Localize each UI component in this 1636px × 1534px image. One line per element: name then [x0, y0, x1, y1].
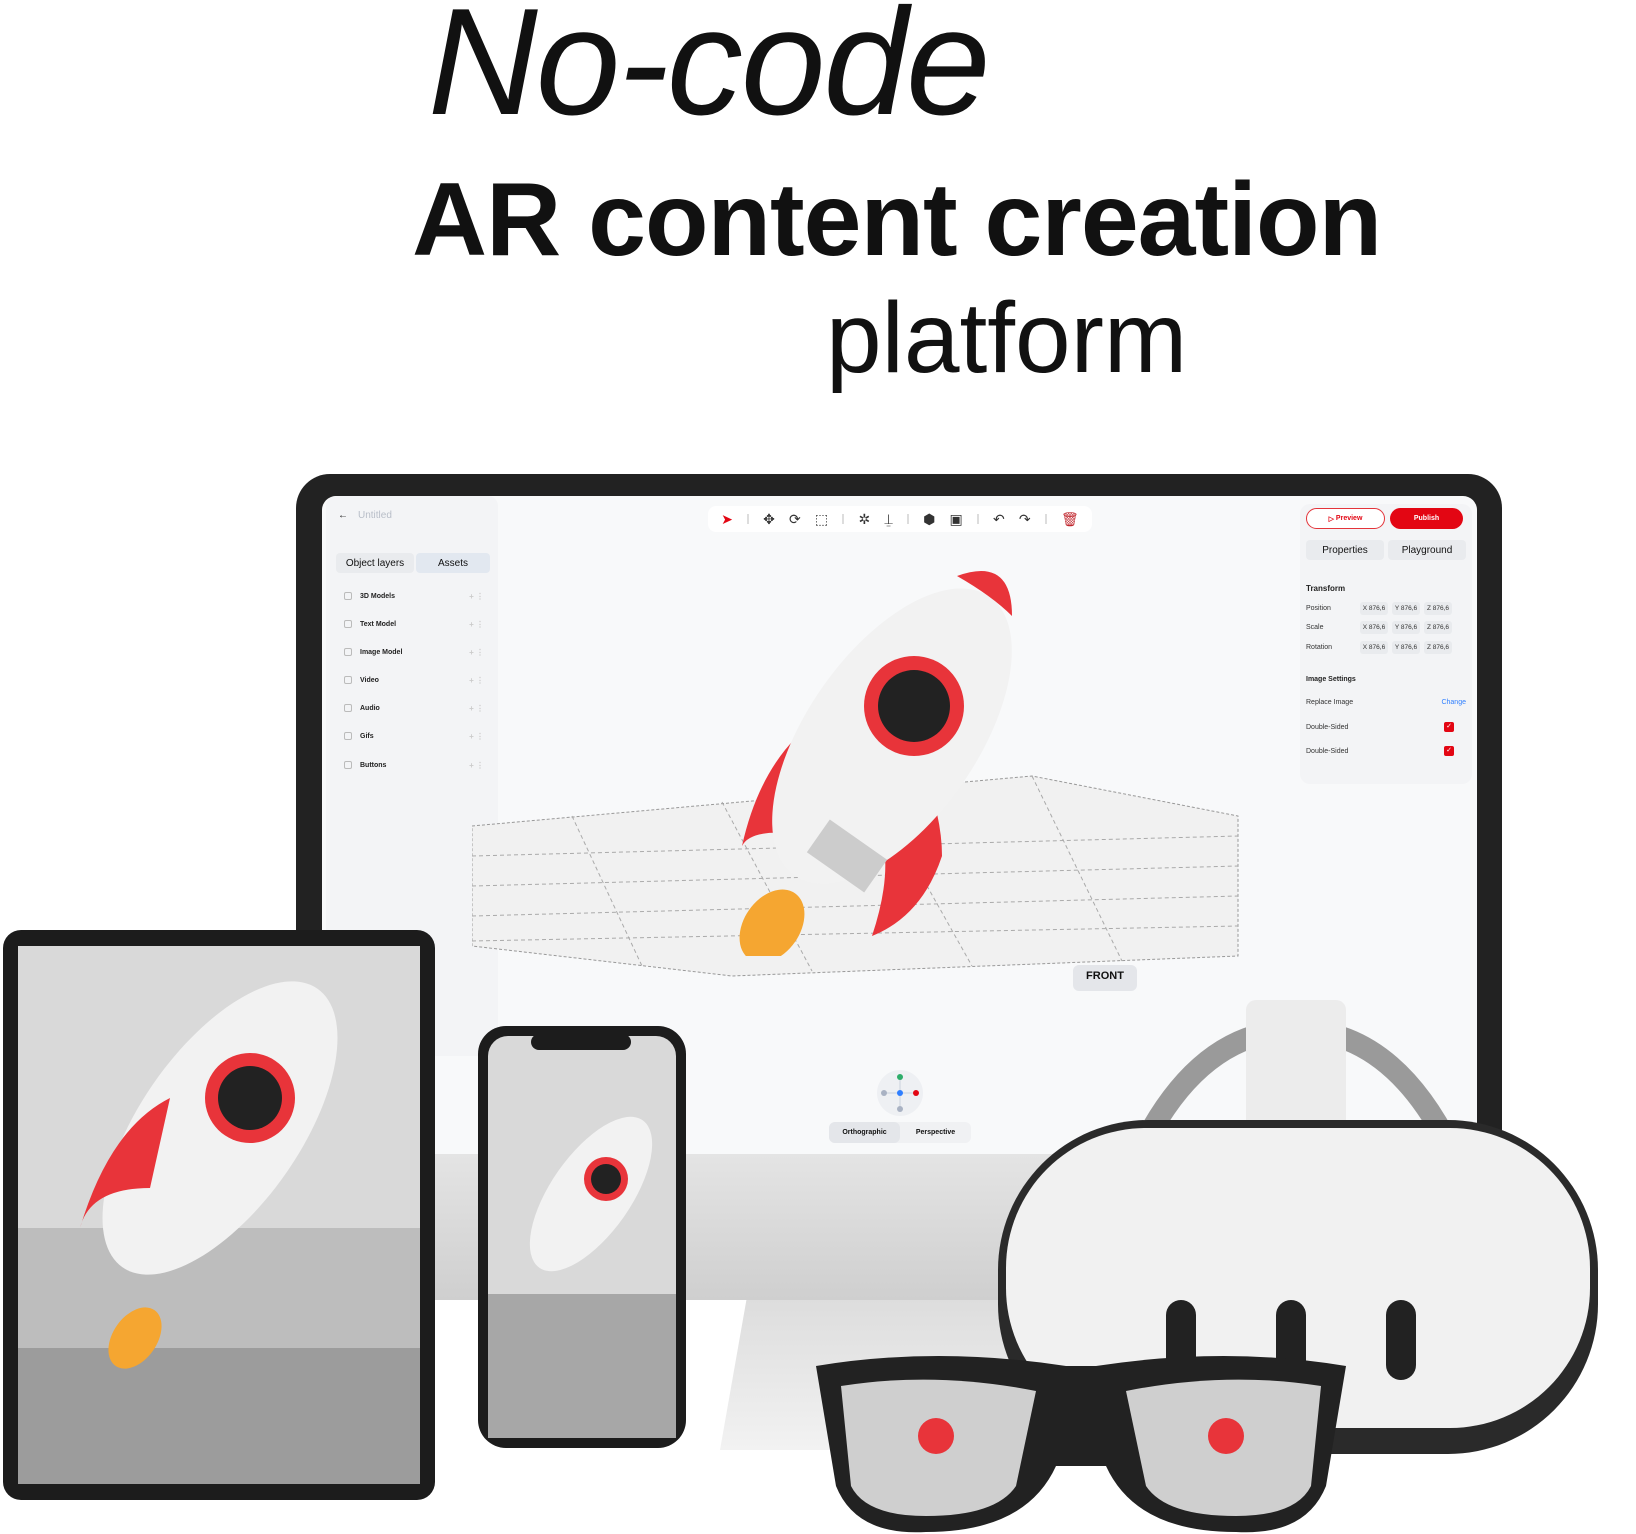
- orthographic-option[interactable]: Orthographic: [829, 1122, 900, 1143]
- add-icon[interactable]: + ⋮: [469, 620, 484, 629]
- asset-item[interactable]: Buttons + ⋮: [344, 758, 484, 772]
- double-sided-row: Double-Sided ✓: [1306, 746, 1466, 756]
- position-row: Position X 876,6 Y 876,6 Z 876,6: [1306, 602, 1466, 615]
- axis-gizmo[interactable]: [877, 1070, 923, 1116]
- double-sided-checkbox[interactable]: ✓: [1444, 722, 1454, 732]
- tablet-device: [3, 930, 435, 1500]
- move-icon[interactable]: ✥: [763, 511, 775, 528]
- rocket-model[interactable]: [692, 556, 1052, 956]
- asset-label: Audio: [360, 704, 380, 712]
- position-x[interactable]: X 876,6: [1360, 602, 1388, 615]
- phone-device: [478, 1026, 686, 1448]
- projection-toggle: Orthographic Perspective: [829, 1122, 971, 1143]
- change-link[interactable]: Change: [1441, 699, 1466, 706]
- sphere-icon[interactable]: ⬢: [923, 511, 935, 528]
- select-icon[interactable]: ➤: [721, 511, 733, 528]
- asset-label: Text Model: [360, 620, 397, 628]
- asset-item[interactable]: Audio + ⋮: [344, 701, 484, 715]
- collapse-icon[interactable]: ✲: [858, 511, 870, 528]
- frame-icon[interactable]: ▣: [949, 511, 962, 528]
- ar-glasses: [816, 1356, 1346, 1533]
- double-sided-label: Double-Sided: [1306, 747, 1349, 755]
- rotation-z[interactable]: Z 876,6: [1424, 641, 1452, 654]
- gif-icon: [344, 732, 352, 740]
- row-label: Scale: [1306, 624, 1324, 631]
- headline-no-code: No-code: [428, 0, 991, 147]
- preview-button[interactable]: ▷ Preview: [1306, 508, 1385, 529]
- asset-label: Gifs: [360, 732, 374, 740]
- headline-ar-content: AR content creation: [412, 162, 1382, 278]
- position-z[interactable]: Z 876,6: [1424, 602, 1452, 615]
- asset-item[interactable]: Video + ⋮: [344, 673, 484, 687]
- redo-icon[interactable]: ↷: [1019, 511, 1031, 528]
- perspective-option[interactable]: Perspective: [900, 1122, 971, 1143]
- replace-image-label: Replace Image: [1306, 699, 1354, 706]
- undo-icon[interactable]: ↶: [993, 511, 1005, 528]
- scale-x[interactable]: X 876,6: [1360, 621, 1388, 634]
- headline-platform: platform: [826, 282, 1188, 394]
- image-settings-title: Image Settings: [1306, 676, 1356, 683]
- anchor-icon[interactable]: ⍊: [884, 511, 892, 528]
- asset-label: Buttons: [360, 761, 387, 769]
- preview-label: Preview: [1335, 515, 1363, 522]
- rotate-icon[interactable]: ⟳: [789, 511, 801, 528]
- add-icon[interactable]: + ⋮: [469, 648, 484, 657]
- tab-playground[interactable]: Playground: [1388, 540, 1466, 560]
- back-arrow-icon[interactable]: ←: [338, 510, 348, 521]
- tab-assets[interactable]: Assets: [416, 553, 490, 573]
- asset-label: Image Model: [360, 648, 403, 656]
- double-sided-row: Double-Sided ✓: [1306, 722, 1466, 732]
- add-icon[interactable]: + ⋮: [469, 704, 484, 713]
- rotation-y[interactable]: Y 876,6: [1392, 641, 1420, 654]
- video-icon: [344, 676, 352, 684]
- position-y[interactable]: Y 876,6: [1392, 602, 1420, 615]
- double-sided-checkbox[interactable]: ✓: [1444, 746, 1454, 756]
- scale-icon[interactable]: ⬚: [815, 511, 828, 528]
- replace-image-row: Replace Image Change: [1306, 699, 1466, 706]
- cube-icon: [344, 592, 352, 600]
- scale-y[interactable]: Y 876,6: [1392, 621, 1420, 634]
- transform-title: Transform: [1306, 584, 1346, 593]
- asset-item[interactable]: 3D Models + ⋮: [344, 589, 484, 603]
- double-sided-label: Double-Sided: [1306, 723, 1349, 731]
- tab-object-layers[interactable]: Object layers: [336, 553, 414, 573]
- asset-item[interactable]: Image Model + ⋮: [344, 645, 484, 659]
- add-icon[interactable]: + ⋮: [469, 676, 484, 685]
- project-title[interactable]: Untitled: [358, 510, 392, 521]
- button-icon: [344, 761, 352, 769]
- scale-row: Scale X 876,6 Y 876,6 Z 876,6: [1306, 621, 1466, 634]
- asset-label: 3D Models: [360, 592, 396, 600]
- asset-item[interactable]: Gifs + ⋮: [344, 729, 484, 743]
- image-icon: [344, 648, 352, 656]
- rotation-x[interactable]: X 876,6: [1360, 641, 1388, 654]
- row-label: Rotation: [1306, 644, 1333, 651]
- rotation-row: Rotation X 876,6 Y 876,6 Z 876,6: [1306, 641, 1466, 654]
- publish-button[interactable]: Publish: [1390, 508, 1463, 529]
- trash-icon[interactable]: 🗑: [1061, 511, 1079, 528]
- add-icon[interactable]: + ⋮: [469, 592, 484, 601]
- view-cube-front[interactable]: FRONT: [1073, 965, 1137, 991]
- scale-z[interactable]: Z 876,6: [1424, 621, 1452, 634]
- text-icon: [344, 620, 352, 628]
- asset-label: Video: [360, 676, 379, 684]
- tab-properties[interactable]: Properties: [1306, 540, 1384, 560]
- add-icon[interactable]: + ⋮: [469, 732, 484, 741]
- asset-item[interactable]: Text Model + ⋮: [344, 617, 484, 631]
- audio-icon: [344, 704, 352, 712]
- row-label: Position: [1306, 605, 1331, 612]
- toolbar: ➤ ✥ ⟳ ⬚ ✲ ⍊ ⬢ ▣ ↶ ↷ 🗑: [708, 506, 1092, 532]
- right-panel: ▷ Preview Publish Properties Playground …: [1300, 504, 1472, 784]
